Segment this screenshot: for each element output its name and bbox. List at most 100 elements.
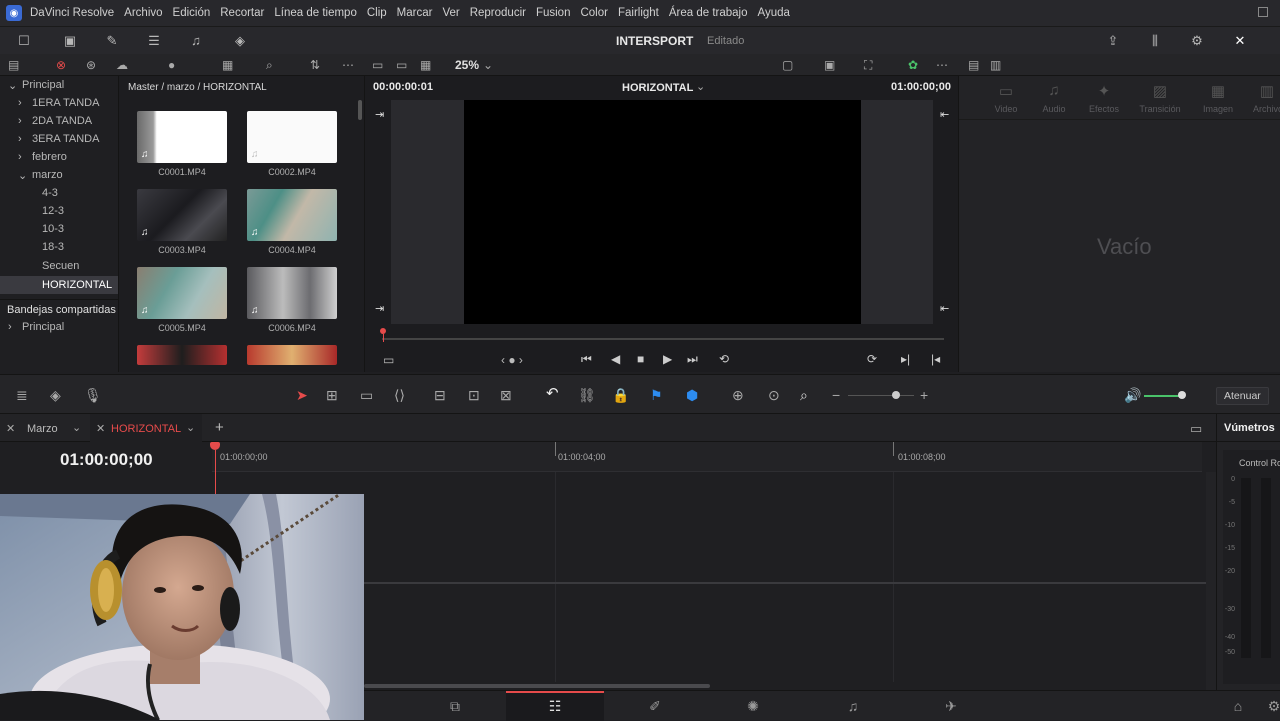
- tab-horizontal[interactable]: HORIZONTAL: [111, 423, 181, 435]
- tab-transicion[interactable]: Transición: [1135, 104, 1185, 114]
- timeline-timecode[interactable]: 01:00:00;00: [60, 450, 153, 470]
- mark-in-icon[interactable]: ⇥: [375, 302, 384, 315]
- color-page-icon[interactable]: ✺: [743, 698, 763, 715]
- home-icon[interactable]: ⌂: [1228, 698, 1248, 714]
- chevron-right-icon[interactable]: ›: [8, 321, 12, 333]
- media-pool-icon[interactable]: ☐: [16, 34, 32, 48]
- fairlight-page-icon[interactable]: ♫: [843, 698, 863, 714]
- track-divider[interactable]: [364, 582, 1216, 584]
- mark-out-icon[interactable]: ⇤: [940, 302, 949, 315]
- bin-principal[interactable]: Principal: [22, 79, 64, 91]
- panel-layout-icon[interactable]: ▤: [8, 58, 19, 72]
- menu-ayuda[interactable]: Ayuda: [758, 7, 790, 19]
- inspector-icon[interactable]: ✕: [1232, 34, 1248, 48]
- mark-out-icon[interactable]: |◂: [931, 352, 940, 366]
- bin-horizontal[interactable]: HORIZONTAL: [0, 276, 118, 294]
- jog-control[interactable]: ‹ ● ›: [501, 353, 523, 367]
- go-to-end-icon[interactable]: ⏭: [687, 352, 698, 367]
- layout-icon[interactable]: ≣: [16, 388, 28, 402]
- zoom-out-icon[interactable]: −: [832, 388, 840, 402]
- chevron-down-icon[interactable]: ⌄: [72, 421, 81, 434]
- grid-view-icon[interactable]: ▦: [222, 58, 233, 72]
- sound-library-icon[interactable]: ♫: [188, 34, 204, 48]
- audio-tab-icon[interactable]: ♫: [1039, 82, 1069, 99]
- inspector-toggle-icon[interactable]: ◈: [232, 34, 248, 48]
- menu-fairlight[interactable]: Fairlight: [618, 7, 659, 19]
- menu-marcar[interactable]: Marcar: [397, 7, 433, 19]
- tab-audio[interactable]: Audio: [1033, 104, 1075, 114]
- chevron-right-icon[interactable]: ›: [18, 133, 22, 145]
- snapping-icon[interactable]: ↶: [546, 386, 559, 401]
- bin-chevron-icon[interactable]: ⌄: [8, 79, 17, 92]
- volume-icon[interactable]: 🔊: [1124, 388, 1141, 402]
- video-tab-icon[interactable]: ▭: [991, 82, 1021, 100]
- bin-secuen[interactable]: Secuen: [42, 260, 79, 272]
- chevron-right-icon[interactable]: ›: [18, 151, 22, 163]
- tab-marzo[interactable]: Marzo: [27, 423, 58, 435]
- clip-thumbnail[interactable]: ♫: [137, 111, 227, 163]
- bin-18-3[interactable]: 18-3: [42, 241, 64, 253]
- aspect-icon[interactable]: ▢: [782, 58, 793, 72]
- volume-slider-thumb[interactable]: [1178, 391, 1186, 399]
- close-icon[interactable]: ✕: [6, 422, 15, 435]
- stop-icon[interactable]: ■: [637, 352, 644, 366]
- metadata-icon[interactable]: ⚙: [1189, 34, 1205, 48]
- clip-thumbnail[interactable]: [137, 345, 227, 365]
- inspector-layout2-icon[interactable]: ▥: [990, 58, 1001, 72]
- inspector-layout-icon[interactable]: ▤: [968, 58, 979, 72]
- viewer-more-icon[interactable]: ⋯: [936, 58, 948, 72]
- crop-icon[interactable]: ▭: [383, 353, 394, 367]
- menu-archivo[interactable]: Archivo: [124, 7, 162, 19]
- bin-1era-tanda[interactable]: 1ERA TANDA: [32, 97, 99, 109]
- timeline-view-icon[interactable]: ▭: [1190, 421, 1202, 437]
- vertical-scrollbar[interactable]: [1206, 472, 1216, 690]
- cut-page-icon[interactable]: ⧉: [445, 698, 465, 715]
- trim-tool-icon[interactable]: ⊞: [326, 388, 338, 402]
- image-tab-icon[interactable]: ▦: [1203, 82, 1233, 100]
- clip-thumbnail[interactable]: ♫: [137, 189, 227, 241]
- menu-clip[interactable]: Clip: [367, 7, 387, 19]
- chevron-down-icon[interactable]: ⌄: [483, 58, 493, 72]
- chevron-down-icon[interactable]: ⌄: [18, 169, 27, 182]
- chevron-right-icon[interactable]: ›: [18, 115, 22, 127]
- bin-2da-tanda[interactable]: 2DA TANDA: [32, 115, 92, 127]
- viewer-mode3-icon[interactable]: ▦: [420, 58, 431, 72]
- menu-ver[interactable]: Ver: [442, 7, 459, 19]
- bin-febrero[interactable]: febrero: [32, 151, 67, 163]
- color-icon[interactable]: ✿: [908, 58, 918, 72]
- deliver-page-icon[interactable]: ✈: [941, 698, 961, 715]
- add-timeline-icon[interactable]: +: [215, 419, 224, 436]
- bin-marzo[interactable]: marzo: [32, 169, 63, 181]
- bin-3era-tanda[interactable]: 3ERA TANDA: [32, 133, 99, 145]
- play-icon[interactable]: ▶: [663, 352, 672, 366]
- link-icon[interactable]: ⛓: [578, 388, 596, 402]
- scrollbar[interactable]: [358, 100, 362, 120]
- clip-thumbnail[interactable]: ♫: [137, 267, 227, 319]
- viewer-mode2-icon[interactable]: ▭: [396, 58, 407, 72]
- blade-tool-icon[interactable]: ▭: [360, 388, 373, 402]
- mark-in-icon[interactable]: ⇥: [375, 108, 384, 121]
- transform-icon[interactable]: ⛶: [864, 58, 872, 72]
- zoom-in-icon[interactable]: +: [920, 388, 928, 402]
- marker-icon[interactable]: ⬢: [686, 388, 698, 402]
- viewer-frame[interactable]: [464, 100, 861, 324]
- search-icon[interactable]: ⌕: [266, 58, 273, 72]
- volume-slider-fill[interactable]: [1144, 395, 1182, 397]
- tab-archivo[interactable]: Archivo: [1253, 104, 1280, 114]
- zoom-slider-track[interactable]: [848, 395, 914, 396]
- tag-icon[interactable]: ⊛: [86, 58, 96, 72]
- replace-clip-icon[interactable]: ⊠: [500, 388, 512, 402]
- file-tab-icon[interactable]: ▥: [1253, 82, 1280, 100]
- effects-icon[interactable]: ▣: [62, 34, 78, 48]
- menu-color[interactable]: Color: [580, 7, 607, 19]
- settings-gear-icon[interactable]: ⚙: [1264, 698, 1280, 715]
- viewer-mode-icon[interactable]: ▭: [372, 58, 383, 72]
- effects-tab-icon[interactable]: ✦: [1089, 82, 1119, 100]
- lock-icon[interactable]: 🔒: [612, 388, 629, 402]
- clip-thumbnail[interactable]: ♫: [247, 267, 337, 319]
- play-reverse-icon[interactable]: ◀: [611, 352, 620, 366]
- thumb-size-slider[interactable]: ●: [168, 58, 175, 72]
- mark-out-icon[interactable]: ⇤: [940, 108, 949, 121]
- viewer-title[interactable]: HORIZONTAL: [622, 82, 693, 94]
- clip-thumbnail[interactable]: [247, 345, 337, 365]
